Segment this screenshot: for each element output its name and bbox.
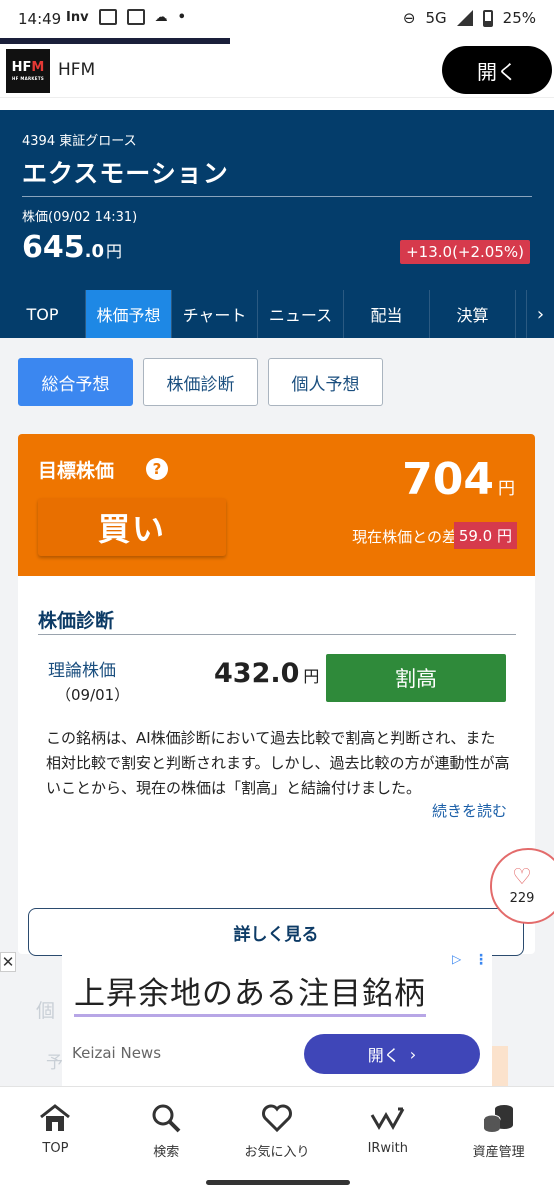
- nav-assets[interactable]: 資産管理: [443, 1087, 554, 1168]
- top-ad-banner[interactable]: HFM HF MARKETS HFM 開く: [0, 44, 554, 98]
- diagnosis-title: 株価診断: [38, 610, 115, 632]
- chevron-right-icon[interactable]: ›: [526, 290, 554, 338]
- tab-top[interactable]: TOP: [0, 290, 86, 338]
- battery-icon: [482, 9, 493, 27]
- subtab-overall[interactable]: 総合予想: [18, 358, 133, 406]
- subtab-personal[interactable]: 個人予想: [268, 358, 383, 406]
- ad-open-button[interactable]: 開く: [442, 46, 552, 94]
- target-price-value: 704 円: [402, 454, 515, 505]
- bottom-ad-banner[interactable]: 上昇余地のある注目銘柄 Keizai News 開く ›: [62, 952, 492, 1086]
- nav-search[interactable]: 検索: [111, 1087, 222, 1168]
- read-more-link[interactable]: 続きを読む: [432, 800, 507, 821]
- cloud-icon: ☁: [154, 9, 168, 25]
- ad-info-icon[interactable]: ▷: [452, 952, 466, 966]
- search-icon: [150, 1101, 182, 1135]
- stock-name: エクスモーション: [22, 159, 229, 188]
- ad-advertiser-name: HFM: [58, 60, 96, 80]
- ad-menu-icon[interactable]: ⋮: [474, 952, 488, 968]
- forecast-card: 目標株価 ? 買い 704 円 現在株価との差 59.0 円 株価診断 理論株価 …: [18, 434, 535, 954]
- tab-chart[interactable]: チャート: [172, 290, 258, 338]
- tab-news[interactable]: ニュース: [258, 290, 344, 338]
- ad-headline[interactable]: 上昇余地のある注目銘柄: [74, 968, 426, 1017]
- ad-brand: Keizai News: [72, 1044, 162, 1062]
- subtab-diagnosis[interactable]: 株価診断: [143, 358, 258, 406]
- calendar-icon: [98, 9, 117, 25]
- theory-price-date: （09/01）: [56, 686, 130, 704]
- status-time: 14:49: [18, 10, 62, 28]
- price-timestamp: 株価(09/02 14:31): [22, 210, 138, 225]
- stock-tabs: TOP 株価予想 チャート ニュース 配当 決算 ›: [0, 290, 554, 338]
- obscured-heading: 個: [36, 1000, 56, 1022]
- heart-icon: ♡: [512, 864, 532, 890]
- nav-favorites[interactable]: お気に入り: [222, 1087, 333, 1168]
- theory-price-value: 432.0 円: [214, 658, 320, 689]
- help-icon[interactable]: ?: [146, 458, 168, 480]
- price-change-badge: +13.0(+2.05%): [400, 240, 530, 264]
- coins-icon: [482, 1101, 516, 1135]
- stock-code-market: 4394 東証グロース: [22, 134, 137, 149]
- tab-forecast[interactable]: 株価予想: [86, 290, 172, 338]
- dot-icon: •: [177, 9, 186, 25]
- dnd-icon: ⊖: [402, 9, 416, 27]
- chevron-right-icon: ›: [409, 1044, 417, 1064]
- ad-open-button[interactable]: 開く ›: [304, 1034, 480, 1074]
- diagnosis-text: この銘柄は、AI株価診断において過去比較で割高と判断され、また相対比較で割安と判…: [46, 729, 510, 797]
- like-count: 229: [509, 890, 535, 906]
- heart-icon: [260, 1101, 294, 1135]
- verdict-badge: 割高: [326, 654, 506, 702]
- obscured-text: 予: [46, 1053, 63, 1073]
- network-label: 5G: [425, 9, 447, 27]
- rating-buy: 買い: [38, 498, 226, 556]
- tab-dividend[interactable]: 配当: [344, 290, 430, 338]
- obscured-badge: [490, 1046, 508, 1086]
- status-bar: 14:49 Inv ☁ • ⊖ 5G 25%: [0, 0, 554, 38]
- close-icon[interactable]: ✕: [0, 952, 16, 972]
- tab-earnings[interactable]: 決算: [430, 290, 516, 338]
- inv-notification-icon: Inv: [66, 9, 89, 25]
- signal-icon: [456, 10, 473, 26]
- diff-label: 現在株価との差: [352, 528, 457, 546]
- battery-percent: 25%: [502, 9, 536, 27]
- home-icon: [38, 1101, 72, 1135]
- bottom-nav: TOP 検索 お気に入り IRwith 資産管理: [0, 1086, 554, 1168]
- theory-price-label: 理論株価: [48, 661, 116, 681]
- notification-icons: Inv ☁ •: [66, 9, 186, 25]
- header-divider: [22, 196, 532, 197]
- news-icon: [126, 9, 145, 25]
- target-price-box: 目標株価 ? 買い 704 円 現在株価との差 59.0 円: [18, 434, 535, 576]
- gesture-bar[interactable]: [206, 1180, 350, 1185]
- hfm-logo: HFM HF MARKETS: [6, 49, 50, 93]
- irwith-icon: [370, 1101, 406, 1135]
- nav-irwith[interactable]: IRwith: [332, 1087, 443, 1168]
- current-price: 645.0 円: [22, 230, 123, 265]
- target-price-label: 目標株価: [38, 460, 115, 482]
- see-details-button[interactable]: 詳しく見る: [28, 908, 524, 956]
- stock-header: 4394 東証グロース エクスモーション 株価(09/02 14:31) 645…: [0, 110, 554, 290]
- nav-top[interactable]: TOP: [0, 1087, 111, 1168]
- system-icons: ⊖ 5G 25%: [403, 9, 536, 27]
- diff-value: 59.0 円: [453, 522, 517, 549]
- diagnosis-divider: [38, 634, 516, 635]
- forecast-subtabs: 総合予想 株価診断 個人予想: [18, 358, 383, 406]
